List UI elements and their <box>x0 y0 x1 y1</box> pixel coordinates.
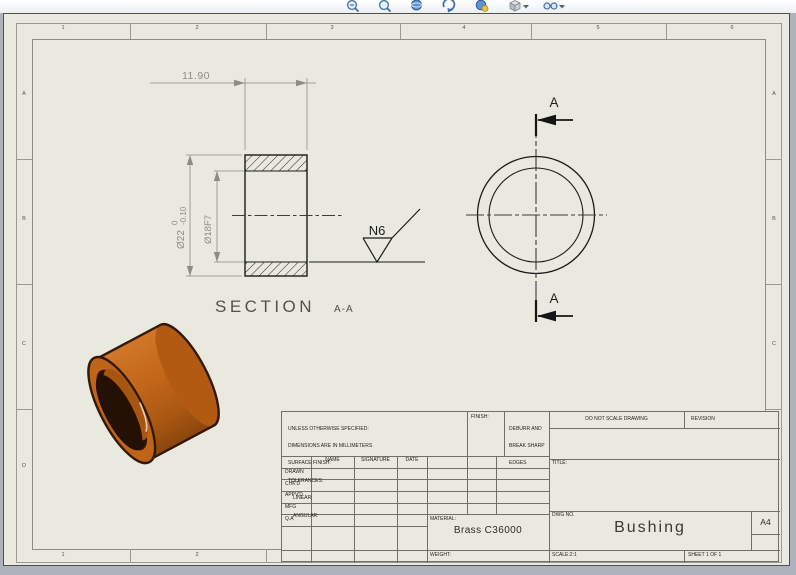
divider <box>549 412 550 563</box>
scale-label: SCALE:2:1 <box>552 552 577 558</box>
column-header-signature: SIGNATURE <box>361 457 390 463</box>
view-toolbar-icons <box>346 0 565 13</box>
divider <box>427 456 428 563</box>
display-style-icon[interactable] <box>509 0 529 12</box>
divider <box>397 456 398 563</box>
zone-label: 5 <box>596 25 600 31</box>
zoom-out-icon[interactable] <box>346 0 360 13</box>
divider <box>549 459 780 460</box>
divider <box>467 412 468 514</box>
zone-label: C <box>22 341 26 347</box>
divider <box>684 412 685 428</box>
spec-note-line: UNLESS OTHERWISE SPECIFIED: <box>288 425 369 432</box>
row-label-appvd: APPV'D <box>285 492 303 498</box>
zone-tick <box>266 23 267 39</box>
zone-tick <box>266 550 267 563</box>
zone-label: C <box>772 341 776 347</box>
drawing-title: Bushing <box>614 519 686 536</box>
spec-note-line: DIMENSIONS ARE IN MILLIMETERS <box>288 442 373 449</box>
deburr-note-line: DEBURR AND <box>509 425 542 432</box>
zone-tick <box>16 159 32 160</box>
divider <box>496 456 497 514</box>
row-label-qa: Q.A <box>285 515 294 522</box>
divider <box>751 534 780 535</box>
divider <box>282 550 780 551</box>
row-label-drawn: DRAWN <box>285 469 304 475</box>
zone-label: 3 <box>330 25 334 31</box>
material-value: Brass C36000 <box>453 525 523 536</box>
zone-label: A <box>772 91 776 97</box>
zone-label: B <box>772 216 776 222</box>
zone-label: 2 <box>195 552 199 558</box>
previous-view-icon[interactable] <box>442 0 456 13</box>
zone-tick <box>766 159 782 160</box>
zone-tick <box>130 550 131 563</box>
sheet-label: SHEET 1 OF 1 <box>688 552 722 558</box>
hide-show-items-icon[interactable] <box>543 2 565 10</box>
paper-size: A4 <box>760 517 771 527</box>
title-label: TITLE: <box>552 460 568 466</box>
divider <box>504 412 505 456</box>
zone-tick <box>766 409 782 410</box>
title-block: UNLESS OTHERWISE SPECIFIED: DIMENSIONS A… <box>281 411 780 563</box>
row-label-chkd: CHK'D <box>285 480 301 487</box>
spec-note-line: TOLERANCES: <box>288 477 324 484</box>
divider <box>549 511 780 512</box>
finish-label: FINISH: <box>471 414 489 420</box>
view-toolbar <box>0 0 796 13</box>
view-settings-icon[interactable] <box>475 0 489 12</box>
column-header-name: NAME <box>325 457 340 463</box>
chevron-down-icon <box>523 5 529 9</box>
orbit-icon[interactable] <box>411 0 422 11</box>
zone-label: 1 <box>61 25 65 31</box>
zone-tick <box>531 23 532 39</box>
zone-tick <box>400 23 401 39</box>
zone-label: 6 <box>730 25 734 31</box>
chevron-down-icon <box>559 5 565 9</box>
cad-application-window: 1 2 3 4 5 6 1 2 A B C D A B C UNLESS OTH… <box>0 0 796 575</box>
column-header-date: DATE <box>405 457 419 463</box>
do-not-scale-label: DO NOT SCALE DRAWING <box>585 416 648 422</box>
zone-tick <box>16 284 32 285</box>
revision-label: REVISION <box>691 416 715 422</box>
zone-label: 4 <box>462 25 466 31</box>
zone-label: 1 <box>61 552 65 558</box>
divider <box>684 550 685 563</box>
zone-tick <box>16 409 32 410</box>
row-label-mfg: MFG <box>285 504 297 510</box>
deburr-note: DEBURR AND BREAK SHARP EDGES <box>509 415 545 479</box>
weight-label: WEIGHT: <box>430 552 451 558</box>
zone-tick <box>130 23 131 39</box>
zone-label: D <box>22 463 26 469</box>
zone-tick <box>666 23 667 39</box>
zone-tick <box>766 284 782 285</box>
zoom-to-area-icon[interactable] <box>378 0 392 13</box>
dwg-no-label: DWG NO. <box>552 512 575 518</box>
zone-label: B <box>22 216 26 222</box>
deburr-note-line: BREAK SHARP <box>509 442 545 449</box>
zone-label: 2 <box>195 25 199 31</box>
divider <box>549 428 780 429</box>
material-label: MATERIAL: <box>430 515 457 522</box>
spec-note-line: ANGULAR: <box>293 512 319 519</box>
deburr-note-line: EDGES <box>509 460 527 467</box>
zone-label: A <box>22 91 26 97</box>
